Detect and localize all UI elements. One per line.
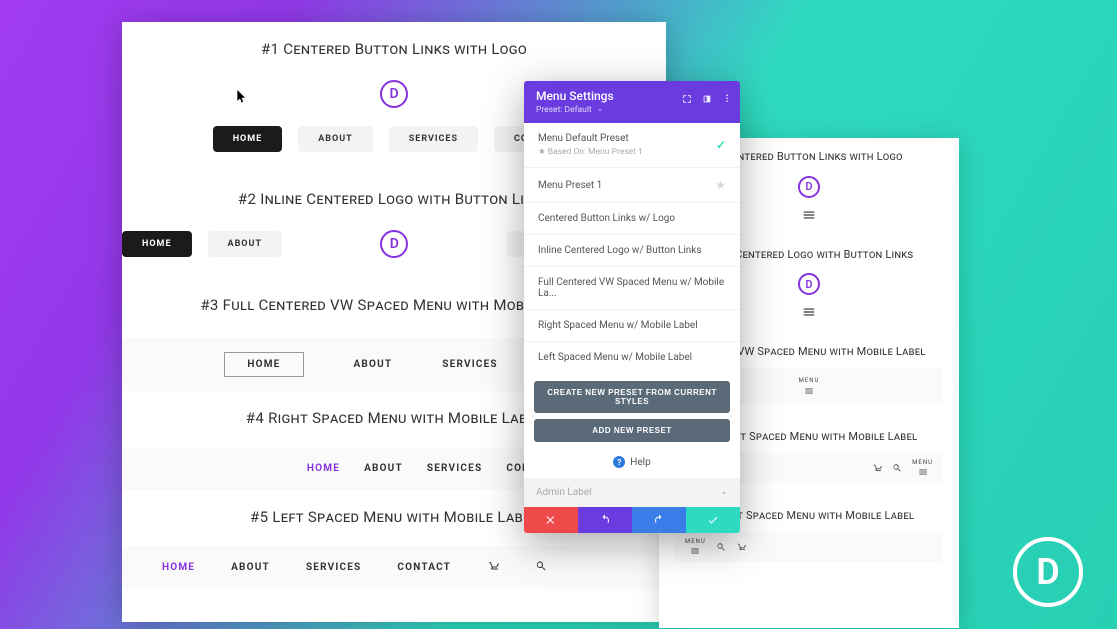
nav-home[interactable]: HOME <box>307 463 340 474</box>
help-icon: ? <box>613 456 625 468</box>
undo-button[interactable] <box>578 507 632 533</box>
nav-about[interactable]: ABOUT <box>208 231 283 257</box>
nav-services[interactable]: SERVICES <box>442 359 497 370</box>
preset-item-5[interactable]: Right Spaced Menu w/ Mobile Label <box>524 310 740 342</box>
chevron-down-icon <box>720 489 728 497</box>
divi-logo-icon <box>380 80 408 108</box>
expand-icon[interactable] <box>682 89 692 108</box>
nav-home[interactable]: HOME <box>122 231 192 257</box>
menu-5: HOME ABOUT SERVICES CONTACT <box>122 546 666 589</box>
hamburger-icon <box>804 386 814 396</box>
nav-about[interactable]: ABOUT <box>231 562 270 573</box>
menu-label: MENU <box>912 459 933 466</box>
nav-about[interactable]: ABOUT <box>354 359 393 370</box>
cart-icon[interactable] <box>872 463 882 473</box>
divi-logo-icon <box>798 176 820 198</box>
nav-services[interactable]: SERVICES <box>427 463 482 474</box>
nav-about[interactable]: ABOUT <box>298 126 373 152</box>
divi-logo-icon <box>798 273 820 295</box>
create-preset-button[interactable]: CREATE NEW PRESET FROM CURRENT STYLES <box>534 381 730 413</box>
nav-services[interactable]: SERVICES <box>389 126 478 152</box>
divi-watermark-icon: D <box>1013 537 1083 607</box>
preset-item-default[interactable]: Menu Default Preset ★ Based On: Menu Pre… <box>524 123 740 168</box>
cursor-icon <box>237 90 247 104</box>
hamburger-icon <box>690 546 700 556</box>
preset-item-6[interactable]: Left Spaced Menu w/ Mobile Label <box>524 342 740 373</box>
cart-icon[interactable] <box>487 560 499 575</box>
star-icon[interactable]: ★ <box>715 178 726 192</box>
nav-home[interactable]: HOME <box>162 562 195 573</box>
divi-logo-icon <box>380 230 408 258</box>
nav-home[interactable]: HOME <box>213 126 283 152</box>
admin-label-field[interactable]: Admin Label <box>524 478 740 507</box>
mobile-menu-5[interactable]: MENU <box>675 532 943 562</box>
redo-button[interactable] <box>632 507 686 533</box>
preset-item-1[interactable]: Menu Preset 1 ★ <box>524 168 740 203</box>
cancel-button[interactable] <box>524 507 578 533</box>
preset-item-2[interactable]: Centered Button Links w/ Logo <box>524 203 740 235</box>
cart-icon[interactable] <box>736 542 746 552</box>
check-icon: ✓ <box>716 138 726 152</box>
snap-icon[interactable] <box>702 89 712 108</box>
section-1-title: #1 Centered Button Links with Logo <box>122 40 666 58</box>
search-icon[interactable] <box>892 463 902 473</box>
nav-about[interactable]: ABOUT <box>364 463 403 474</box>
menu-label: MENU <box>685 538 706 545</box>
nav-services[interactable]: SERVICES <box>306 562 361 573</box>
help-link[interactable]: ? Help <box>524 450 740 478</box>
nav-contact[interactable]: CONTACT <box>397 562 451 573</box>
menu-settings-popup: Menu Settings Preset: Default Menu Defau… <box>524 81 740 533</box>
add-preset-button[interactable]: ADD NEW PRESET <box>534 419 730 442</box>
popup-footer <box>524 507 740 533</box>
hamburger-icon <box>918 467 928 477</box>
chevron-down-icon <box>596 106 604 114</box>
preset-item-3[interactable]: Inline Centered Logo w/ Button Links <box>524 235 740 267</box>
preset-dropdown: Menu Default Preset ★ Based On: Menu Pre… <box>524 123 740 478</box>
search-icon[interactable] <box>716 542 726 552</box>
search-icon[interactable] <box>535 560 547 575</box>
save-button[interactable] <box>686 507 740 533</box>
menu-label: MENU <box>799 377 820 384</box>
nav-home[interactable]: HOME <box>224 352 303 377</box>
more-icon[interactable] <box>722 89 732 108</box>
popup-header[interactable]: Menu Settings Preset: Default <box>524 81 740 123</box>
preset-item-4[interactable]: Full Centered VW Spaced Menu w/ Mobile L… <box>524 267 740 310</box>
